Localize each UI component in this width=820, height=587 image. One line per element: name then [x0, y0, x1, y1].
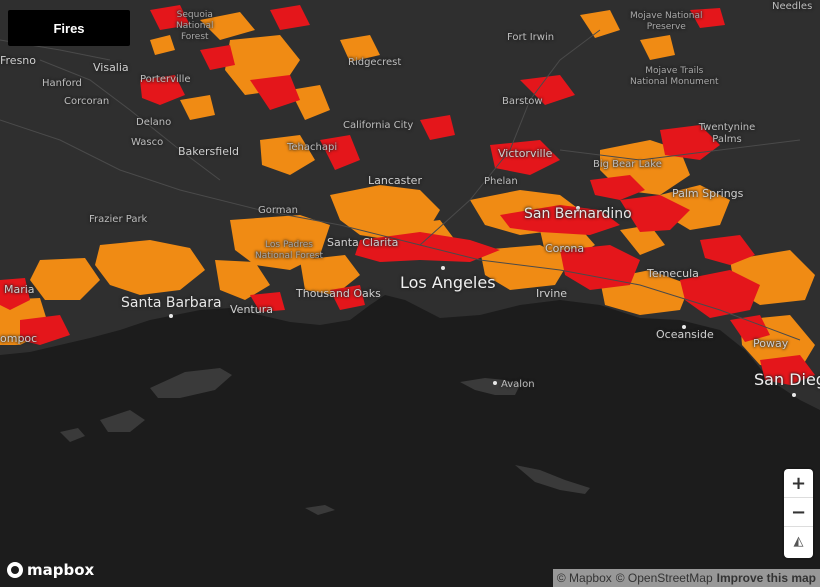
- fires-layer-button[interactable]: Fires: [8, 10, 130, 46]
- area-sequoia: Sequoia National Forest: [176, 10, 214, 42]
- island-santa-cruz: [150, 368, 232, 398]
- compass-icon[interactable]: ◭: [784, 527, 813, 556]
- label-temecula: Temecula: [647, 267, 699, 280]
- label-ridgecrest: Ridgecrest: [348, 57, 402, 68]
- label-twentynine-palms: Twentynine Palms: [698, 122, 756, 145]
- label-irvine: Irvine: [536, 287, 568, 300]
- label-porterville: Porterville: [140, 74, 191, 85]
- island-san-clemente: [515, 465, 590, 494]
- label-oceanside: Oceanside: [656, 328, 714, 341]
- zoom-out-button[interactable]: −: [784, 498, 813, 527]
- navigation-control: + − ◭: [784, 469, 813, 558]
- label-bakersfield: Bakersfield: [178, 145, 240, 158]
- label-poway: Poway: [753, 337, 789, 350]
- island-santa-rosa: [100, 410, 145, 432]
- label-wasco: Wasco: [131, 137, 164, 148]
- label-lancaster: Lancaster: [368, 174, 422, 187]
- label-los-angeles: Los Angeles: [400, 273, 496, 292]
- mapbox-logo-icon: [7, 562, 23, 578]
- label-fresno: Fresno: [0, 54, 37, 67]
- attribution-osm-link[interactable]: © OpenStreetMap: [616, 571, 713, 585]
- label-santa-barbara: Santa Barbara: [121, 295, 222, 311]
- attribution: © Mapbox © OpenStreetMap Improve this ma…: [552, 569, 820, 587]
- area-los-padres: Los Padres National Forest: [255, 240, 323, 261]
- island-san-miguel: [60, 428, 85, 442]
- attribution-mapbox-link[interactable]: © Mapbox: [557, 571, 612, 585]
- label-fort-irwin: Fort Irwin: [507, 32, 555, 43]
- city-dot-santa-barbara: [169, 314, 173, 318]
- label-delano: Delano: [136, 117, 172, 128]
- label-ventura: Ventura: [230, 303, 273, 316]
- mapbox-logo[interactable]: mapbox: [7, 561, 94, 579]
- area-mojave-preserve: Mojave National Preserve: [630, 11, 703, 32]
- map-canvas[interactable]: Fresno Visalia Hanford Corcoran Delano P…: [0, 0, 820, 587]
- label-phelan: Phelan: [484, 176, 518, 187]
- label-big-bear-lake: Big Bear Lake: [593, 159, 662, 170]
- label-san-bernardino: San Bernardino: [524, 206, 632, 222]
- zoom-in-button[interactable]: +: [784, 469, 813, 498]
- label-thousand-oaks: Thousand Oaks: [296, 287, 381, 300]
- mapbox-logo-text: mapbox: [27, 561, 95, 579]
- basemap: [0, 0, 820, 515]
- label-hanford: Hanford: [42, 78, 82, 89]
- label-santa-maria: Maria: [4, 283, 35, 296]
- label-barstow: Barstow: [502, 96, 543, 107]
- label-visalia: Visalia: [93, 61, 129, 74]
- label-frazier-park: Frazier Park: [89, 214, 148, 225]
- city-dot-san-diego: [792, 393, 796, 397]
- city-dot-avalon: [493, 381, 497, 385]
- improve-map-link[interactable]: Improve this map: [717, 571, 816, 585]
- label-victorville: Victorville: [498, 147, 553, 160]
- label-tehachapi: Tehachapi: [287, 142, 338, 153]
- label-avalon: Avalon: [501, 379, 535, 390]
- city-dot-los-angeles: [441, 266, 445, 270]
- label-corona: Corona: [545, 242, 585, 255]
- label-gorman: Gorman: [258, 205, 299, 216]
- label-palm-springs: Palm Springs: [672, 187, 744, 200]
- label-california-city: California City: [343, 120, 414, 131]
- label-lompoc: ompoc: [0, 332, 38, 345]
- label-needles: Needles: [772, 1, 813, 12]
- label-corcoran: Corcoran: [64, 96, 110, 107]
- island-san-nicolas: [305, 505, 335, 515]
- area-mojave-trails: Mojave Trails National Monument: [630, 66, 719, 87]
- label-santa-clarita: Santa Clarita: [327, 236, 399, 249]
- label-san-diego: San Dieg: [754, 370, 820, 389]
